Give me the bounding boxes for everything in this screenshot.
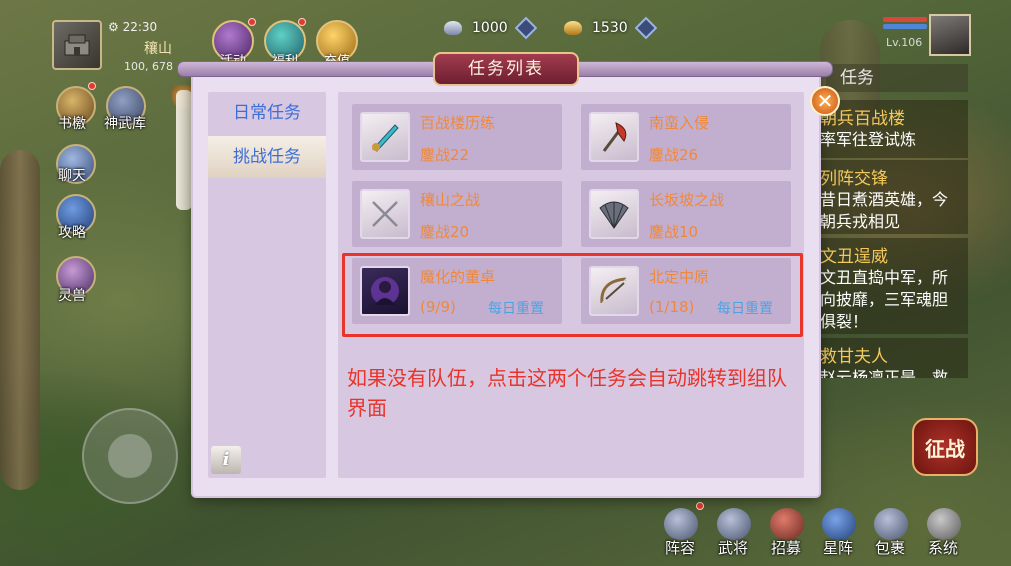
- hero-portrait[interactable]: [929, 14, 971, 56]
- dialog-title: 任务列表: [433, 52, 579, 86]
- bottom-label-recruit: 招募: [771, 539, 802, 557]
- bag-icon[interactable]: [874, 508, 908, 540]
- quest-card[interactable]: 百战楼历练 鏖战22: [352, 104, 562, 170]
- recruit-icon[interactable]: [770, 508, 804, 540]
- war-fan-icon: [589, 189, 639, 239]
- side-label-guide: 攻略: [58, 225, 86, 241]
- player-info: ⚙ 22:30 穰山 100, 678: [108, 20, 173, 73]
- bottom-label-system: 系统: [928, 539, 959, 557]
- silver-amount: 1000: [472, 20, 508, 36]
- tracker-item[interactable]: 救甘夫人 赵云杨凛正是，救: [814, 338, 968, 378]
- tracker-item-desc: 率军往登试炼: [820, 130, 917, 149]
- quest-sub: 鏖战26: [649, 146, 699, 164]
- player-avatar[interactable]: [52, 20, 102, 70]
- notification-dot: [88, 82, 96, 90]
- blade-icon: [360, 112, 410, 162]
- gold-icon: [564, 21, 582, 35]
- mp-bar: [883, 24, 927, 29]
- tracker-item-title: 文丑逞威: [820, 247, 888, 267]
- general-icon[interactable]: [717, 508, 751, 540]
- player-time: 22:30: [122, 20, 158, 34]
- quest-sub: 鏖战10: [649, 223, 699, 241]
- quest-name: 百战楼历练: [420, 114, 496, 132]
- quest-sub: 鏖战22: [420, 146, 470, 164]
- gear-icon[interactable]: [927, 508, 961, 540]
- tree-trunk: [0, 150, 40, 490]
- add-silver-icon[interactable]: [514, 16, 537, 40]
- star-array-icon[interactable]: [822, 508, 856, 540]
- gold-amount: 1530: [592, 20, 628, 36]
- scroll-decoration: [176, 90, 192, 210]
- silver-icon: [444, 21, 462, 35]
- crossed-spears-icon: [360, 189, 410, 239]
- quest-sub: 鏖战20: [420, 223, 470, 241]
- formation-icon[interactable]: [664, 508, 698, 540]
- tracker-item-desc: 昔日煮酒英雄，今朝兵戎相见: [820, 190, 949, 231]
- quest-card[interactable]: 南蛮入侵 鏖战26: [581, 104, 791, 170]
- battle-axe-icon: [589, 112, 639, 162]
- tracker-item[interactable]: 文丑逞威 文丑直捣中军，所向披靡，三军魂胆俱裂！: [814, 238, 968, 334]
- hero-level: Lv.106: [886, 36, 923, 49]
- notification-dot: [696, 502, 704, 510]
- tracker-header[interactable]: 任务: [826, 64, 968, 92]
- add-gold-icon[interactable]: [634, 16, 657, 40]
- player-name: 穰山: [144, 41, 172, 57]
- hp-bar: [883, 17, 927, 22]
- close-icon: ✕: [816, 89, 834, 113]
- quest-card[interactable]: 穰山之战 鏖战20: [352, 181, 562, 247]
- silver-currency: 1000: [444, 16, 537, 40]
- bottom-label-bag: 包裹: [875, 539, 906, 557]
- side-label-beast: 灵兽: [58, 288, 86, 304]
- clock-icon: ⚙: [108, 20, 123, 34]
- quest-name: 穰山之战: [420, 191, 481, 209]
- tracker-item-title: 救甘夫人: [820, 347, 888, 367]
- virtual-joystick[interactable]: [82, 408, 178, 504]
- side-label-chat: 聊天: [58, 168, 86, 184]
- tracker-item-title: 朝兵百战楼: [820, 109, 905, 129]
- tracker-item-desc: 赵云杨凛正是，救: [820, 368, 949, 378]
- annotation-highlight-box: [342, 253, 803, 337]
- bottom-label-general: 武将: [718, 539, 749, 557]
- quest-name: 南蛮入侵: [649, 114, 710, 132]
- quest-name: 长坂坡之战: [649, 191, 725, 209]
- bottom-label-star-array: 星阵: [823, 539, 854, 557]
- tab-daily-quests[interactable]: 日常任务: [208, 92, 326, 134]
- tracker-item-title: 列阵交锋: [820, 169, 888, 189]
- close-button[interactable]: ✕: [810, 86, 840, 116]
- quest-card[interactable]: 长坂坡之战 鏖战10: [581, 181, 791, 247]
- gold-currency: 1530: [564, 16, 657, 40]
- annotation-text: 如果没有队伍，点击这两个任务会自动跳转到组队界面: [347, 366, 787, 420]
- info-button[interactable]: i: [211, 446, 241, 474]
- tab-challenge-quests[interactable]: 挑战任务: [208, 136, 326, 178]
- castle-icon: [64, 34, 90, 56]
- tracker-item[interactable]: 列阵交锋 昔日煮酒英雄，今朝兵戎相见: [814, 160, 968, 234]
- fight-button[interactable]: 征战: [912, 418, 978, 476]
- notification-dot: [248, 18, 256, 26]
- player-coords: 100, 678: [124, 60, 173, 73]
- side-label-letters: 书檄: [58, 116, 86, 132]
- notification-dot: [298, 18, 306, 26]
- side-label-armory: 神武库: [104, 116, 146, 132]
- tracker-item-desc: 文丑直捣中军，所向披靡，三军魂胆俱裂！: [820, 268, 949, 331]
- bottom-label-formation: 阵容: [665, 539, 696, 557]
